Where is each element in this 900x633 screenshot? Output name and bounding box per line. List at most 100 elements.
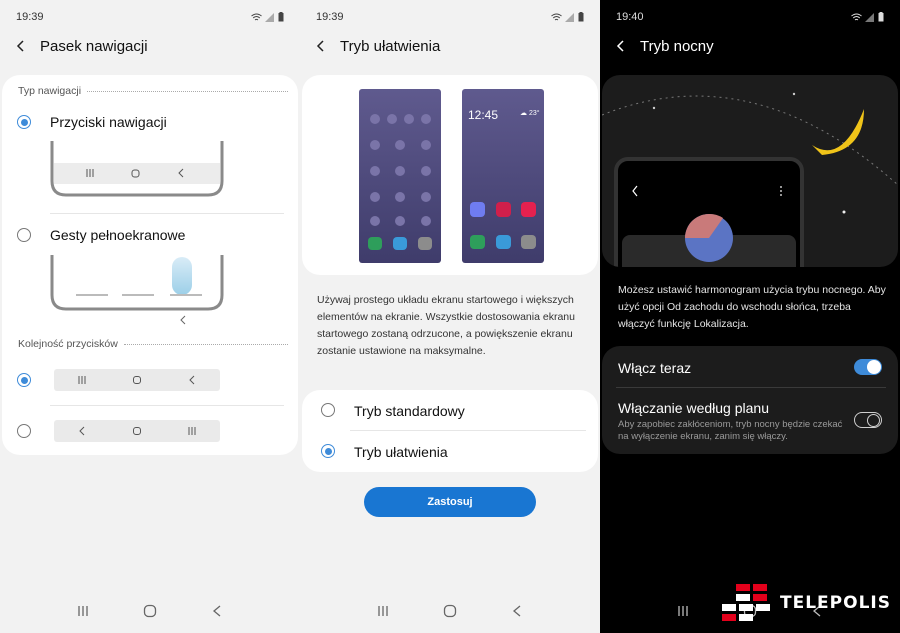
screen-night-mode: 19:40 Tryb nocny Możesz ustawić harmonog… bbox=[600, 0, 900, 633]
system-navbar bbox=[300, 599, 600, 623]
order-preview-2 bbox=[54, 420, 220, 442]
home-button[interactable] bbox=[438, 599, 462, 623]
back-button[interactable] bbox=[16, 34, 28, 58]
scheduled-label: Włączanie według planu bbox=[618, 400, 769, 416]
recents-button[interactable] bbox=[671, 599, 695, 623]
section-button-order: Kolejność przycisków bbox=[18, 338, 288, 350]
recents-button[interactable] bbox=[71, 599, 95, 623]
order-preview-1 bbox=[54, 369, 220, 391]
divider bbox=[350, 430, 586, 431]
recents-icon bbox=[78, 376, 86, 384]
home-button[interactable] bbox=[138, 599, 162, 623]
status-time: 19:39 bbox=[16, 11, 44, 23]
recents-button[interactable] bbox=[371, 599, 395, 623]
back-button[interactable] bbox=[616, 34, 628, 58]
radio-standard-mode[interactable] bbox=[321, 403, 335, 417]
turn-on-now-toggle[interactable] bbox=[854, 359, 882, 375]
header: Pasek nawigacji bbox=[16, 34, 148, 58]
back-arrow-icon bbox=[16, 40, 24, 52]
battery-icon bbox=[878, 12, 884, 22]
battery-icon bbox=[578, 12, 584, 22]
system-navbar bbox=[0, 599, 300, 623]
back-nav-button[interactable] bbox=[505, 599, 529, 623]
divider bbox=[616, 387, 886, 388]
wifi-icon bbox=[251, 13, 262, 20]
radio-order-1[interactable] bbox=[17, 373, 31, 387]
apply-button[interactable]: Zastosuj bbox=[364, 487, 536, 517]
page-title: Tryb ułatwienia bbox=[340, 37, 441, 55]
dotted-divider bbox=[123, 343, 288, 345]
header: Tryb nocny bbox=[616, 34, 714, 58]
option-gestures-label: Gesty pełnoekranowe bbox=[50, 227, 186, 243]
back-icon bbox=[212, 605, 221, 617]
recents-icon bbox=[378, 606, 388, 616]
back-icon bbox=[78, 426, 85, 436]
back-nav-button[interactable] bbox=[205, 599, 229, 623]
divider bbox=[50, 405, 284, 406]
mode-options-card: Tryb standardowy Tryb ułatwienia bbox=[302, 390, 598, 472]
radio-easy-mode[interactable] bbox=[321, 444, 335, 458]
section-nav-type: Typ nawigacji bbox=[18, 85, 288, 97]
status-bar: 19:39 bbox=[16, 10, 284, 24]
night-mode-description: Możesz ustawić harmonogram użycia trybu … bbox=[618, 284, 886, 330]
night-illustration-card bbox=[602, 75, 898, 267]
status-icons bbox=[251, 12, 284, 22]
home-icon bbox=[143, 604, 157, 618]
signal-icon bbox=[565, 12, 574, 22]
telepolis-logo-text: TELEPOLIS bbox=[780, 593, 891, 613]
preview-weather: ☁ 23° bbox=[520, 110, 540, 117]
status-time: 19:39 bbox=[316, 11, 344, 23]
turn-on-now-label: Włącz teraz bbox=[618, 360, 692, 376]
back-button[interactable] bbox=[316, 34, 328, 58]
nav-buttons-preview bbox=[50, 141, 224, 197]
radio-gestures[interactable] bbox=[17, 228, 31, 242]
recents-icon bbox=[78, 606, 88, 616]
easy-mode-description: Używaj prostego układu ekranu startowego… bbox=[317, 294, 575, 357]
radio-order-2[interactable] bbox=[17, 424, 31, 438]
screen-navigation-bar: 19:39 Pasek nawigacji Typ nawigacji Przy… bbox=[0, 0, 300, 633]
home-icon bbox=[132, 427, 141, 435]
option-standard-label: Tryb standardowy bbox=[354, 403, 465, 419]
telepolis-watermark: TELEPOLIS bbox=[722, 584, 891, 622]
back-icon bbox=[512, 605, 521, 617]
scheduled-toggle[interactable] bbox=[854, 412, 882, 428]
status-icons bbox=[551, 12, 584, 22]
wifi-icon bbox=[851, 13, 862, 20]
status-bar: 19:39 bbox=[316, 10, 584, 24]
home-icon bbox=[443, 604, 457, 618]
status-time: 19:40 bbox=[616, 11, 644, 23]
radio-nav-buttons[interactable] bbox=[17, 115, 31, 129]
screen-easy-mode: 19:39 Tryb ułatwienia 12:45 ☁ 23° Używaj… bbox=[300, 0, 600, 633]
preview-temperature: 23° bbox=[528, 110, 540, 117]
battery-icon bbox=[278, 12, 284, 22]
night-settings-card: Włącz teraz Włączanie według planu Aby z… bbox=[602, 346, 898, 454]
telepolis-logo-icon bbox=[722, 584, 770, 621]
option-nav-buttons-label: Przyciski nawigacji bbox=[50, 114, 167, 130]
section-label: Typ nawigacji bbox=[18, 85, 82, 97]
page-title: Tryb nocny bbox=[640, 37, 714, 55]
divider bbox=[50, 213, 284, 214]
header: Tryb ułatwienia bbox=[316, 34, 440, 58]
signal-icon bbox=[865, 12, 874, 22]
page-title: Pasek nawigacji bbox=[40, 37, 148, 55]
back-arrow-icon bbox=[616, 40, 624, 52]
night-mode-illustration bbox=[602, 92, 898, 267]
standard-home-preview bbox=[359, 89, 441, 263]
status-icons bbox=[851, 12, 884, 22]
preview-card: 12:45 ☁ 23° bbox=[302, 75, 598, 275]
option-easy-label: Tryb ułatwienia bbox=[354, 444, 448, 460]
recents-icon bbox=[678, 606, 688, 616]
status-bar: 19:40 bbox=[616, 10, 884, 24]
back-arrow-icon bbox=[316, 40, 324, 52]
recents-icon bbox=[188, 427, 196, 435]
signal-icon bbox=[265, 12, 274, 22]
wifi-icon bbox=[551, 13, 562, 20]
settings-card: Typ nawigacji Przyciski nawigacji Gesty … bbox=[2, 75, 298, 455]
preview-clock: 12:45 bbox=[468, 108, 499, 122]
section-label: Kolejność przycisków bbox=[18, 338, 118, 350]
home-icon bbox=[132, 376, 141, 384]
back-icon bbox=[189, 375, 195, 385]
scheduled-sublabel: Aby zapobiec zakłóceniom, tryb nocny będ… bbox=[618, 419, 843, 442]
dotted-divider bbox=[87, 90, 288, 92]
gestures-preview bbox=[50, 255, 224, 325]
